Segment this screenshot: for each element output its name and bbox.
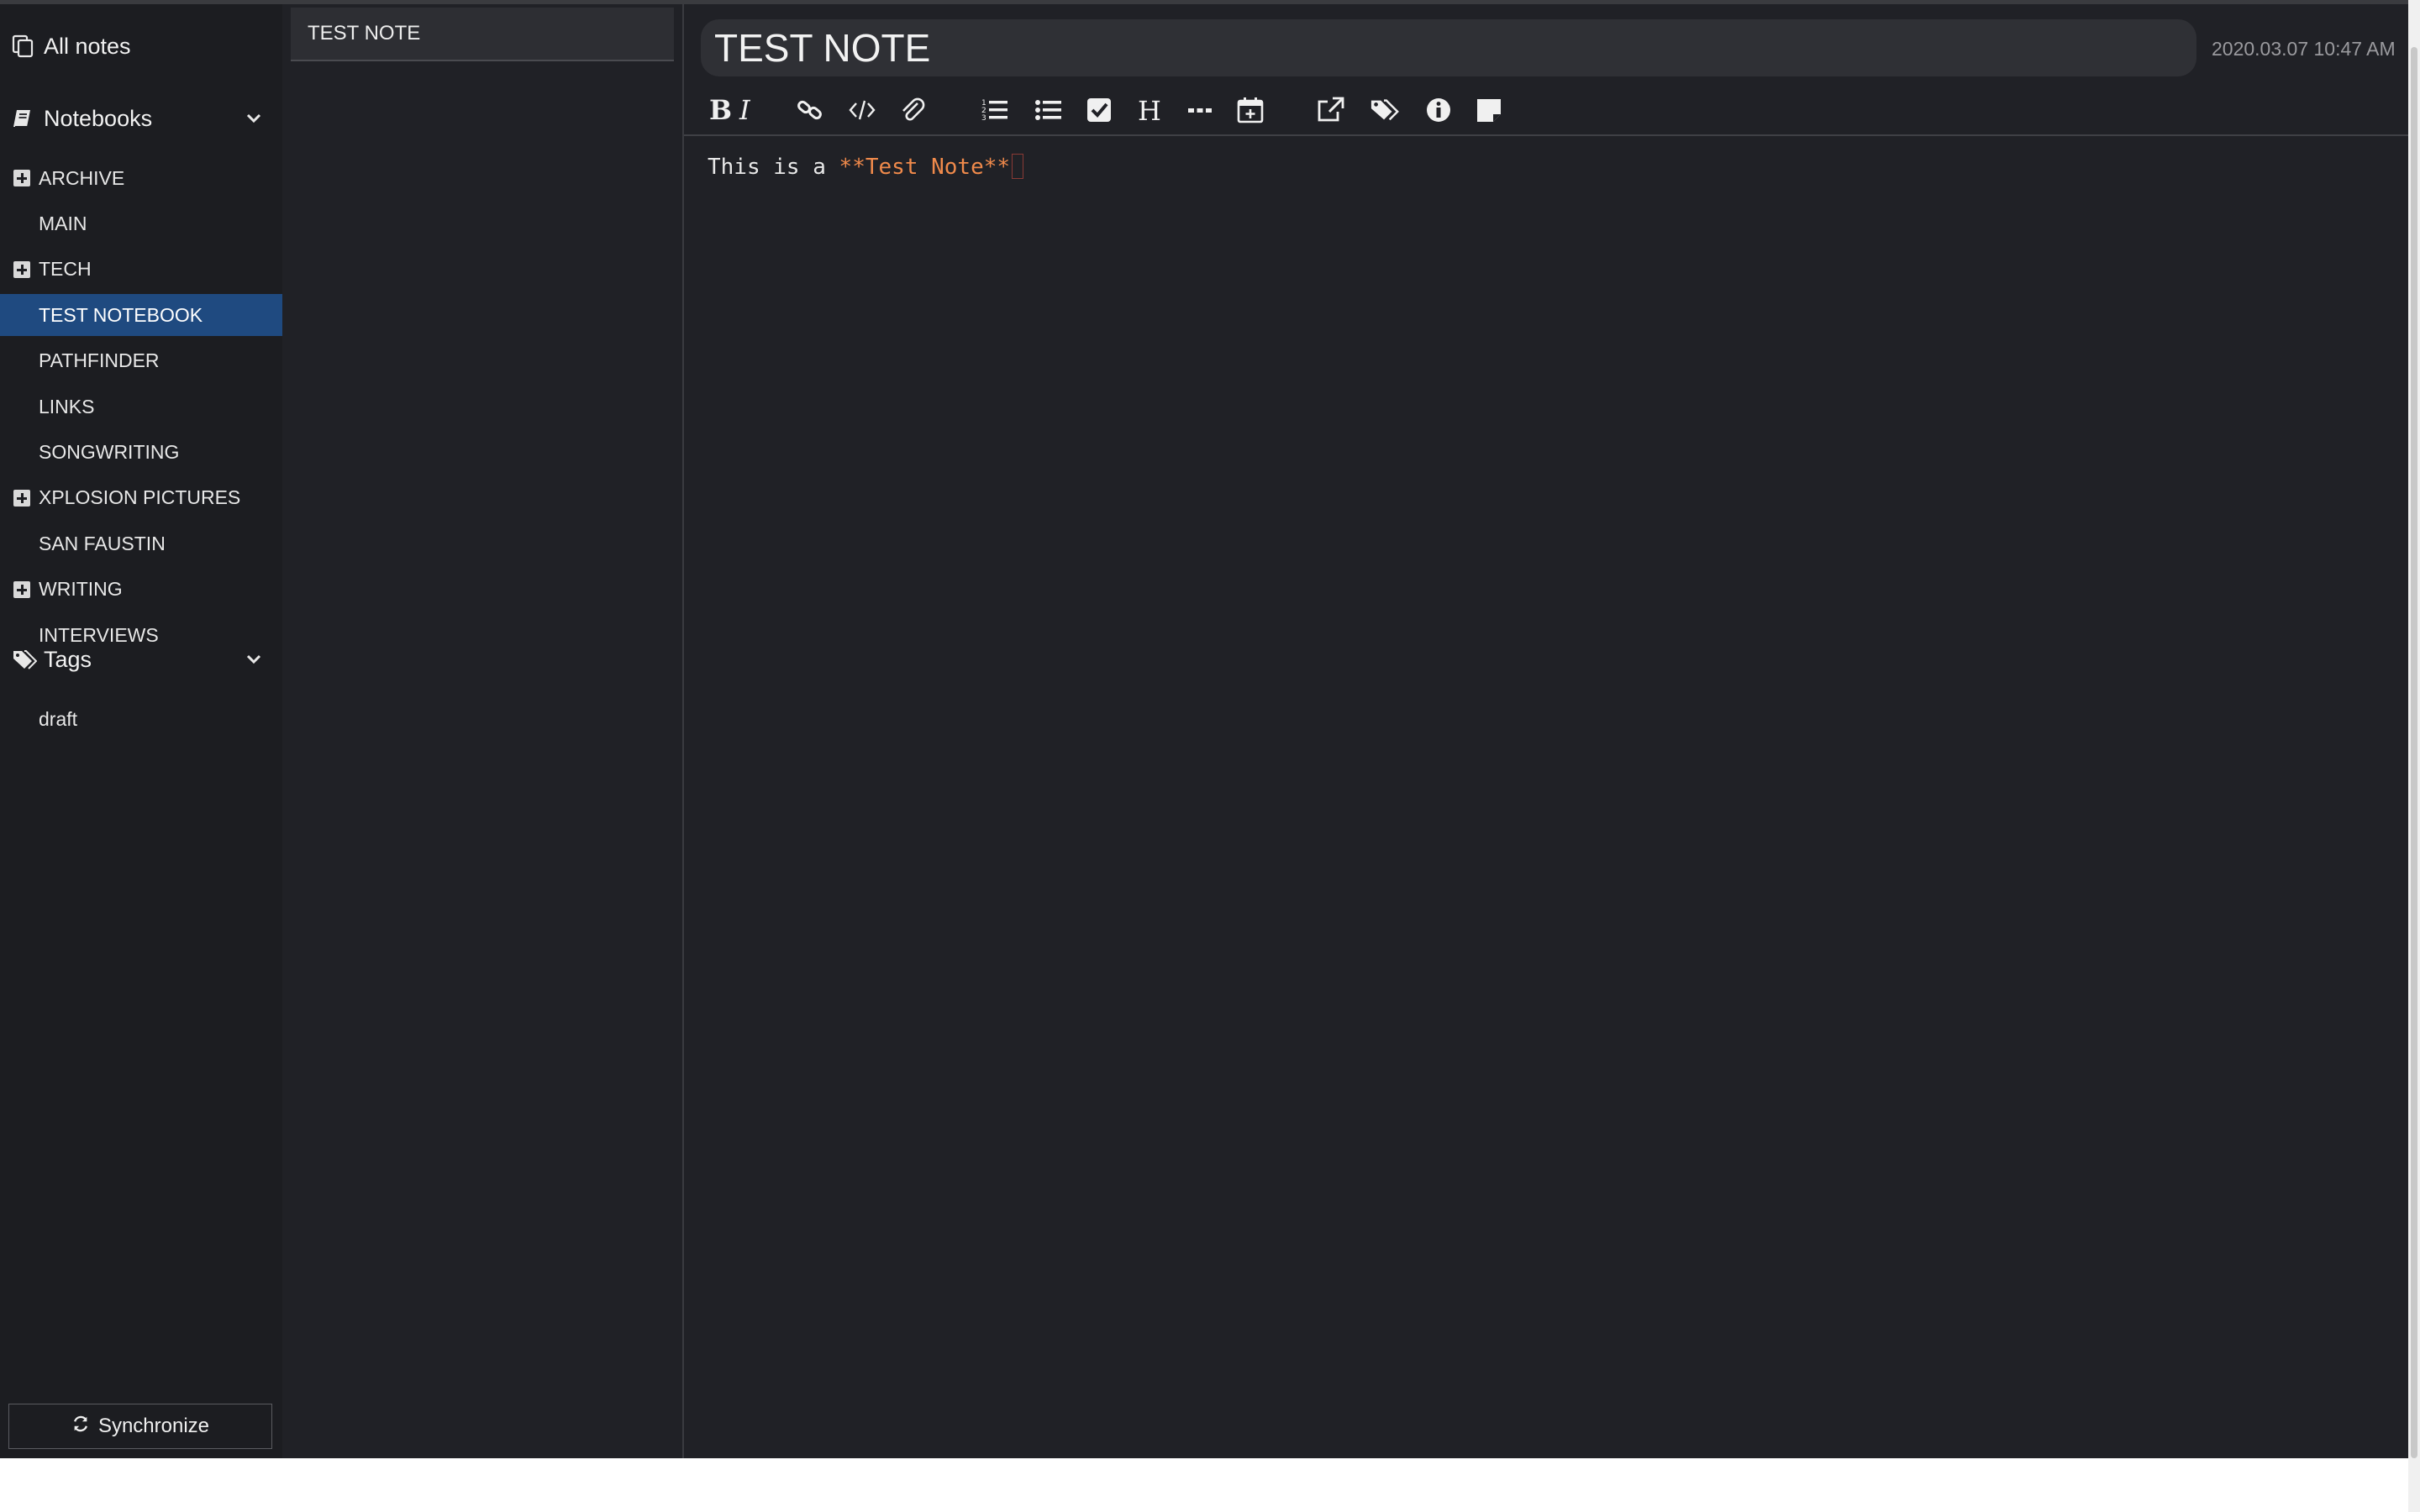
sidebar-item-label: TEST NOTEBOOK bbox=[39, 303, 203, 326]
info-icon[interactable] bbox=[1420, 92, 1457, 129]
note-list-item-title: TEST NOTE bbox=[308, 22, 421, 45]
chevron-down-icon[interactable] bbox=[244, 649, 264, 669]
text-cursor bbox=[1012, 154, 1024, 179]
horizontal-rule-icon[interactable] bbox=[1181, 92, 1218, 129]
all-notes-label: All notes bbox=[44, 33, 131, 59]
tags-header[interactable]: Tags bbox=[0, 639, 282, 680]
svg-text:H: H bbox=[1138, 95, 1161, 125]
tags-label: Tags bbox=[44, 646, 92, 672]
tags-icon bbox=[12, 648, 38, 671]
tag-item-label: draft bbox=[39, 707, 78, 730]
italic-icon[interactable]: I bbox=[729, 92, 766, 129]
toolbar-divider bbox=[684, 134, 2408, 136]
attachment-icon[interactable] bbox=[894, 92, 931, 129]
note-list-item[interactable]: TEST NOTE bbox=[291, 8, 674, 61]
editor-toolbar: B I 123 H bbox=[701, 87, 2408, 134]
sidebar-item-label: SAN FAUSTIN bbox=[39, 532, 166, 554]
sticky-note-icon[interactable] bbox=[1470, 92, 1507, 129]
calendar-icon[interactable] bbox=[1232, 92, 1269, 129]
sidebar-item-notebook[interactable]: TECH bbox=[0, 249, 282, 291]
sidebar-item-notebook[interactable]: ARCHIVE bbox=[0, 157, 282, 199]
sidebar-item-notebook[interactable]: TEST NOTEBOOK bbox=[0, 294, 282, 337]
sidebar-item-label: TECH bbox=[39, 258, 92, 281]
sidebar-item-notebook[interactable]: LINKS bbox=[0, 386, 282, 428]
svg-text:B: B bbox=[709, 95, 732, 125]
note-timestamp: 2020.03.07 10:47 AM bbox=[2212, 38, 2396, 60]
checkbox-icon[interactable] bbox=[1081, 92, 1118, 129]
notebooks-header[interactable]: Notebooks bbox=[0, 98, 282, 139]
notebooks-label: Notebooks bbox=[44, 105, 153, 131]
tags-icon[interactable] bbox=[1366, 92, 1403, 129]
link-icon[interactable] bbox=[792, 92, 829, 129]
body-bold-text: **Test Note** bbox=[839, 155, 1011, 180]
sidebar-item-label: XPLOSION PICTURES bbox=[39, 486, 241, 509]
svg-text:3: 3 bbox=[981, 114, 986, 123]
sidebar-item-label: PATHFINDER bbox=[39, 349, 160, 372]
refresh-icon bbox=[71, 1415, 90, 1439]
numbered-list-icon[interactable]: 123 bbox=[976, 92, 1013, 129]
sidebar-item-label: SONGWRITING bbox=[39, 440, 180, 463]
note-title-input[interactable] bbox=[701, 19, 2196, 76]
sidebar-item-label: ARCHIVE bbox=[39, 166, 125, 189]
synchronize-button[interactable]: Synchronize bbox=[8, 1404, 272, 1449]
sidebar-item-notebook[interactable]: MAIN bbox=[0, 202, 282, 244]
sidebar: All notes Notebooks ARCHIVE MAIN TECH TEST … bbox=[0, 4, 282, 1458]
synchronize-label: Synchronize bbox=[97, 1415, 210, 1437]
note-list: TEST NOTE bbox=[282, 4, 682, 1458]
all-notes-link[interactable]: All notes bbox=[0, 26, 282, 66]
external-link-icon[interactable] bbox=[1313, 92, 1349, 129]
sidebar-item-label: LINKS bbox=[39, 395, 95, 417]
code-icon[interactable] bbox=[844, 92, 881, 129]
sidebar-item-notebook[interactable]: SONGWRITING bbox=[0, 431, 282, 473]
window-scrollbar[interactable] bbox=[2408, 0, 2420, 1512]
note-body-editor[interactable]: This is a **Test Note** bbox=[708, 154, 1024, 180]
svg-text:I: I bbox=[739, 95, 751, 125]
sidebar-item-notebook[interactable]: WRITING bbox=[0, 569, 282, 611]
app-window: All notes Notebooks ARCHIVE MAIN TECH TEST … bbox=[0, 0, 2408, 1458]
book-icon bbox=[12, 107, 35, 130]
expand-plus-icon[interactable] bbox=[13, 260, 30, 278]
tag-item-draft[interactable]: draft bbox=[0, 698, 282, 740]
expand-plus-icon[interactable] bbox=[13, 580, 30, 598]
editor-pane: 2020.03.07 10:47 AM B I 123 bbox=[684, 4, 2408, 1458]
chevron-down-icon[interactable] bbox=[244, 108, 264, 129]
sidebar-item-notebook[interactable]: XPLOSION PICTURES bbox=[0, 477, 282, 519]
heading-icon[interactable]: H bbox=[1131, 92, 1168, 129]
sidebar-item-label: WRITING bbox=[39, 578, 123, 601]
bullet-list-icon[interactable] bbox=[1030, 92, 1067, 129]
copy-icon bbox=[12, 34, 35, 58]
expand-plus-icon[interactable] bbox=[13, 170, 30, 186]
sidebar-item-label: MAIN bbox=[39, 212, 87, 234]
sidebar-item-notebook[interactable]: PATHFINDER bbox=[0, 340, 282, 382]
sidebar-item-notebook[interactable]: SAN FAUSTIN bbox=[0, 522, 282, 564]
scrollbar-thumb[interactable] bbox=[2411, 47, 2417, 1458]
body-plain-text: This is a bbox=[708, 155, 839, 180]
expand-plus-icon[interactable] bbox=[13, 489, 30, 507]
